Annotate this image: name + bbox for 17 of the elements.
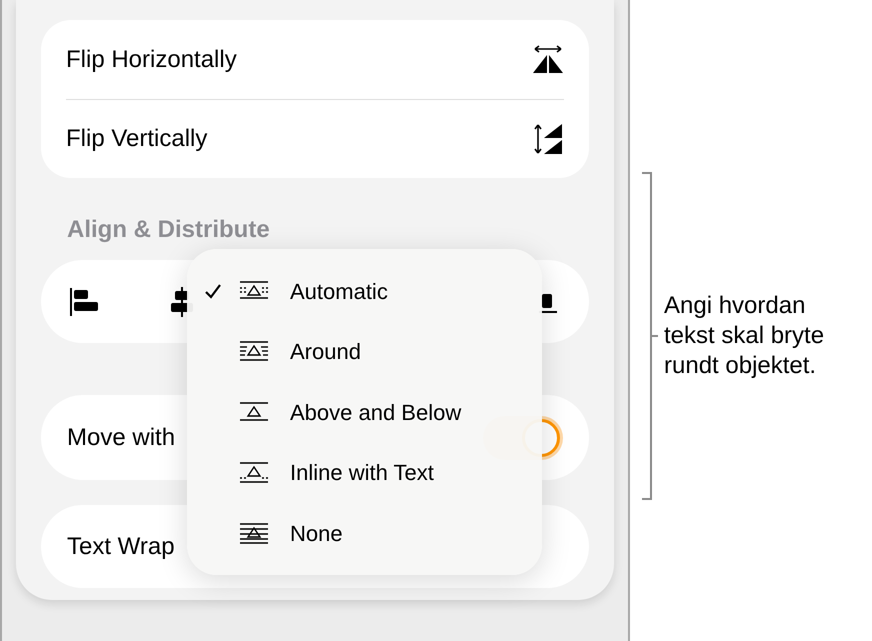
text-wrap-icon bbox=[240, 340, 268, 364]
text-wrap-icon bbox=[240, 461, 268, 484]
wrap-menu-item[interactable]: Automatic bbox=[187, 261, 542, 322]
row-label: Move with bbox=[67, 422, 176, 452]
wrap-menu-item[interactable]: Around bbox=[187, 322, 542, 382]
callout-text: Angi hvordan tekst skal bryte rundt objektet. bbox=[664, 290, 826, 380]
flip-option[interactable]: Flip Vertically bbox=[66, 121, 208, 157]
section-heading: Align & Distribute bbox=[67, 215, 271, 245]
flip-horizontal-icon bbox=[532, 44, 564, 74]
align-left-icon[interactable] bbox=[69, 286, 101, 316]
flip-vertical-icon bbox=[534, 123, 564, 155]
wrap-menu-item[interactable]: None bbox=[187, 503, 542, 564]
flip-option[interactable]: Flip Horizontally bbox=[66, 42, 237, 78]
wrap-menu-item[interactable]: Inline with Text bbox=[187, 442, 542, 503]
row-label: Text Wrap bbox=[67, 532, 175, 562]
text-wrap-icon bbox=[240, 522, 268, 545]
wrap-menu-item[interactable]: Above and Below bbox=[187, 382, 542, 442]
